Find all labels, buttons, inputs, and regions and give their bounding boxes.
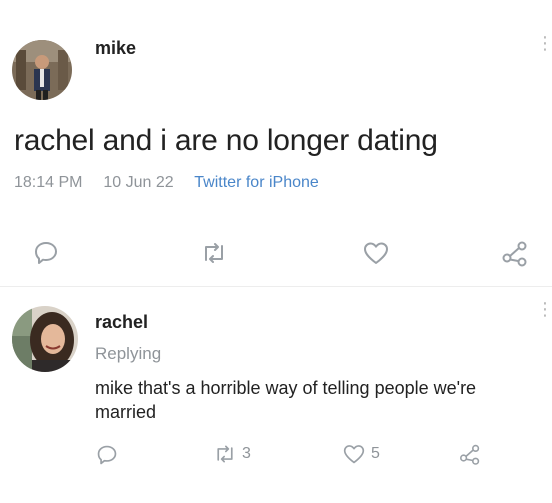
- more-icon[interactable]: ⋮: [536, 34, 552, 52]
- reply-text-line2: married: [95, 402, 157, 422]
- avatar-rachel[interactable]: [12, 306, 78, 372]
- retweet-count: 3: [242, 445, 251, 462]
- reply-icon[interactable]: [96, 444, 118, 466]
- avatar-mike[interactable]: [12, 40, 72, 100]
- tweet-source[interactable]: Twitter for iPhone: [194, 174, 319, 191]
- tweet-username[interactable]: mike: [95, 38, 136, 59]
- reply-username[interactable]: rachel: [95, 312, 148, 333]
- more-icon[interactable]: ⋮: [536, 300, 552, 318]
- share-icon[interactable]: [458, 442, 482, 466]
- like-count: 5: [371, 445, 380, 462]
- share-icon[interactable]: [500, 238, 530, 268]
- tweet-date: 10 Jun 22: [103, 174, 174, 191]
- reply-status: Replying: [95, 344, 162, 363]
- tweet-meta: 18:14 PM 10 Jun 22 Twitter for iPhone: [14, 174, 319, 192]
- like-icon: [342, 443, 366, 465]
- retweet-icon[interactable]: [200, 240, 228, 266]
- reply-text-line1: mike that's a horrible way of telling pe…: [95, 378, 477, 398]
- tweet-text: rachel and i are no longer dating: [14, 124, 438, 157]
- tweet-time: 18:14 PM: [14, 174, 83, 191]
- retweet-icon: [213, 443, 237, 465]
- divider: [0, 286, 552, 287]
- like-icon[interactable]: [362, 240, 390, 266]
- like-action[interactable]: 5: [342, 443, 380, 465]
- reply-icon[interactable]: [33, 240, 59, 266]
- retweet-action[interactable]: 3: [213, 443, 251, 465]
